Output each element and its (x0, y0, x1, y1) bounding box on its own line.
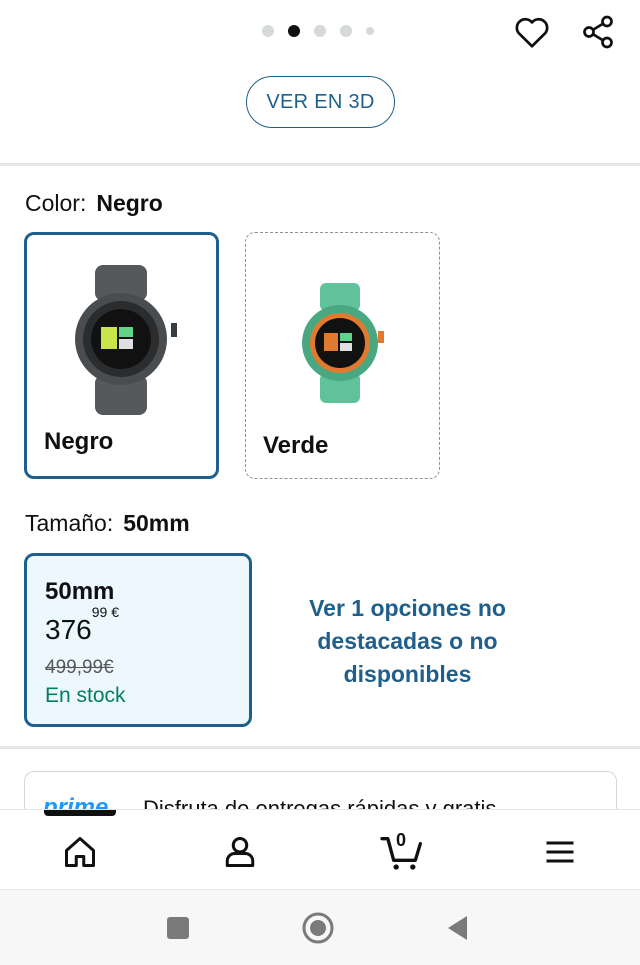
top-bar (0, 0, 640, 62)
price-currency: € (111, 603, 119, 620)
carousel-dot[interactable] (262, 25, 274, 37)
cart-count: 0 (396, 830, 407, 850)
color-label-text: Color: (25, 190, 87, 216)
price-fraction: 99 (91, 603, 108, 620)
share-button[interactable] (578, 12, 618, 52)
price-whole: 376 (45, 614, 92, 645)
carousel-dot[interactable] (314, 25, 326, 37)
home-circle-icon (302, 912, 334, 944)
size-label-text: Tamaño: (25, 510, 114, 536)
size-selected-value: 50mm (123, 510, 190, 536)
color-label: Color: Negro (25, 190, 163, 217)
home-system-button[interactable] (298, 908, 338, 948)
section-divider (0, 163, 640, 166)
heart-icon (515, 17, 549, 48)
color-swatch-name: Negro (44, 428, 114, 455)
back-button[interactable] (438, 908, 478, 948)
back-triangle-icon (448, 916, 467, 940)
more-options-link[interactable]: Ver 1 opciones no destacadas o no dispon… (285, 592, 530, 691)
recents-icon (167, 917, 189, 939)
nav-menu[interactable] (538, 830, 582, 874)
color-selected-value: Negro (96, 190, 163, 216)
carousel-dot[interactable] (340, 25, 352, 37)
recents-button[interactable] (158, 908, 198, 948)
share-icon (583, 15, 613, 49)
availability-status: En stock (45, 684, 126, 707)
nav-account[interactable] (218, 830, 262, 874)
nav-cart[interactable]: 0 (378, 830, 426, 874)
system-navigation-bar (0, 889, 640, 965)
size-label: Tamaño: 50mm (25, 510, 190, 537)
carousel-dot[interactable] (366, 27, 374, 35)
bottom-navigation: 0 (0, 809, 640, 889)
home-icon (65, 837, 95, 867)
carousel-dot-active[interactable] (288, 25, 300, 37)
price: 37699 € (45, 604, 119, 646)
size-option-50mm[interactable]: 50mm 37699 € 499,99€ En stock (24, 553, 252, 727)
watch-image-verde (302, 283, 384, 403)
color-swatch-verde[interactable]: Verde (245, 232, 440, 479)
account-icon (225, 837, 255, 867)
nav-home[interactable] (58, 830, 102, 874)
image-carousel-indicator (262, 25, 388, 37)
watch-image-negro (75, 265, 177, 415)
menu-icon (546, 841, 574, 863)
list-price: 499,99€ (45, 657, 114, 678)
color-swatch-negro[interactable]: Negro (24, 232, 219, 479)
color-swatch-name: Verde (263, 432, 329, 459)
wishlist-button[interactable] (512, 12, 552, 52)
view-3d-button[interactable]: VER EN 3D (246, 76, 395, 128)
size-option-name: 50mm (45, 578, 115, 605)
section-divider (0, 746, 640, 749)
active-tab-indicator (44, 810, 116, 816)
